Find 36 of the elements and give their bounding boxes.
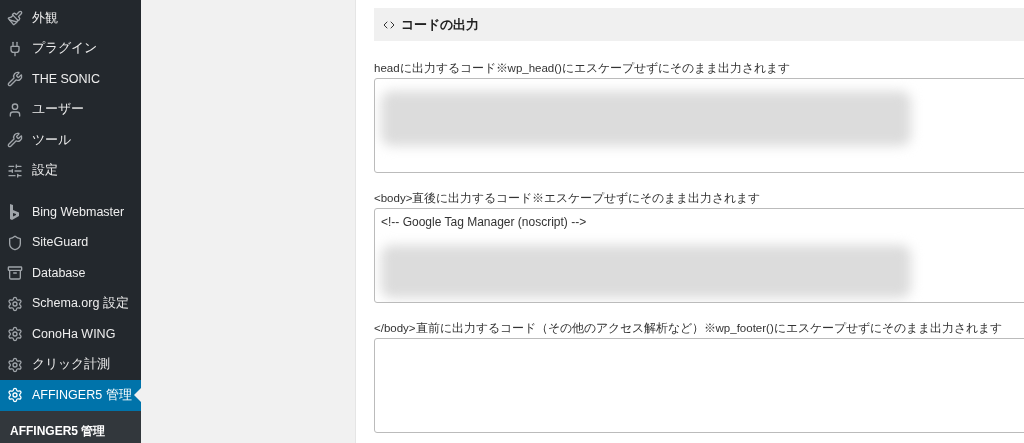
section-title: コードの出力: [401, 15, 479, 34]
sidebar-item[interactable]: THE SONIC: [0, 64, 141, 95]
sidebar-item[interactable]: ユーザー: [0, 94, 141, 125]
shield-icon: [7, 234, 23, 251]
current-arrow-icon: [134, 388, 141, 402]
paintbrush-icon: [7, 10, 23, 27]
sidebar-item[interactable]: Schema.org 設定: [0, 288, 141, 319]
sidebar-item[interactable]: クリック計測: [0, 349, 141, 380]
wrench-icon: [7, 132, 23, 149]
sidebar-item[interactable]: プラグイン: [0, 33, 141, 64]
plug-icon: [7, 40, 23, 57]
sidebar-item[interactable]: 外観: [0, 3, 141, 34]
wrench-icon: [7, 71, 23, 88]
field-label: </body>直前に出力するコード（その他のアクセス解析など）※wp_footer()にエスケープせずにそのまま出力されます: [374, 321, 1003, 335]
gear-icon: [7, 326, 23, 343]
sidebar-item[interactable]: 設定: [0, 155, 141, 186]
code-textarea[interactable]: [374, 338, 1024, 433]
sidebar-item[interactable]: AFFINGER5 管理: [0, 380, 141, 411]
field-label: <body>直後に出力するコード※エスケープせずにそのまま出力されます: [374, 191, 762, 205]
sidebar-item[interactable]: ツール: [0, 125, 141, 156]
archive-icon: [7, 265, 23, 282]
code-text: <!-- Google Tag Manager (noscript) -->: [381, 214, 588, 231]
letter-b-icon: [8, 204, 22, 221]
gear-icon: [7, 387, 23, 404]
submenu-item[interactable]: AFFINGER5 管理: [0, 421, 141, 440]
code-textarea[interactable]: <!-- Google Tag Manager (noscript) -->: [374, 208, 1024, 303]
sliders-icon: [7, 162, 23, 179]
sidebar-item[interactable]: ConoHa WING: [0, 319, 141, 350]
sidebar-item[interactable]: SiteGuard: [0, 227, 141, 258]
sidebar-item[interactable]: Bing Webmaster: [0, 197, 141, 228]
user-icon: [7, 101, 23, 118]
field-label: headに出力するコード※wp_head()にエスケープせずにそのまま出力されます: [374, 61, 791, 75]
gear-icon: [7, 356, 23, 373]
sidebar-item[interactable]: Database: [0, 258, 141, 289]
code-textarea[interactable]: [374, 78, 1024, 173]
gear-icon: [7, 295, 23, 312]
